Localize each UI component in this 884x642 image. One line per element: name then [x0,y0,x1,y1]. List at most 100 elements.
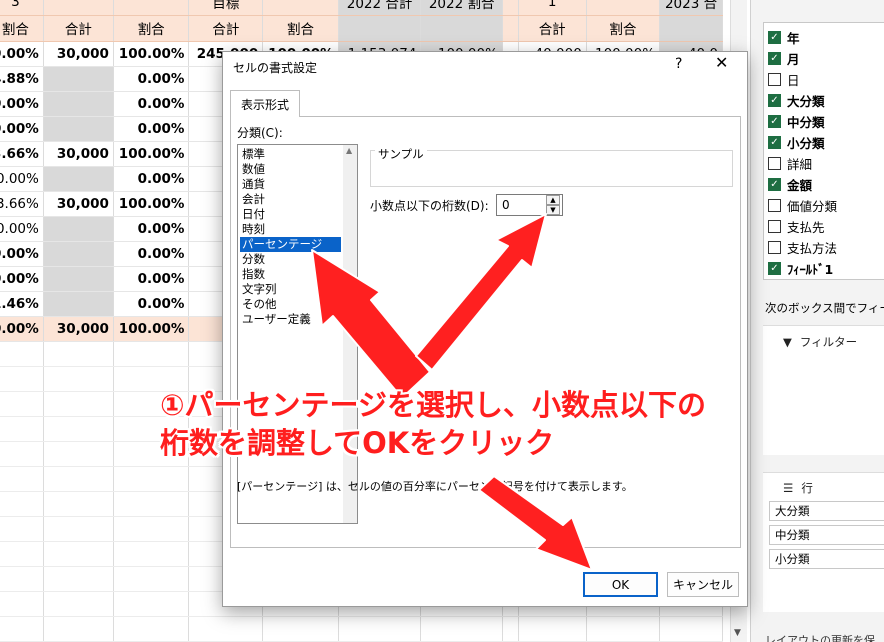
sheet-cell[interactable] [113,616,190,642]
sheet-cell[interactable] [113,0,190,16]
sheet-cell[interactable] [262,0,339,16]
category-item[interactable]: 指数 [240,267,341,282]
sheet-cell[interactable] [0,566,44,592]
sheet-cell[interactable] [43,591,114,617]
sheet-cell[interactable] [43,266,114,292]
sheet-cell[interactable]: 0.00% [113,166,190,192]
sheet-cell[interactable] [43,116,114,142]
sheet-cell[interactable]: 0.00% [0,91,44,117]
sheet-cell[interactable] [113,341,190,367]
sheet-cell[interactable] [43,241,114,267]
sheet-cell[interactable]: 合計 [43,15,114,42]
sheet-cell[interactable]: 0.00% [113,291,190,317]
sheet-cell[interactable]: 0.00% [0,41,44,67]
sheet-cell[interactable]: 3.66% [0,141,44,167]
sheet-cell[interactable]: 0.00% [113,216,190,242]
sheet-cell[interactable] [113,466,190,492]
scroll-up-icon[interactable]: ▲ [346,146,352,155]
sheet-cell[interactable] [43,516,114,542]
rows-area[interactable]: ☰ 行 大分類 中分類 小分類 [763,472,884,612]
sheet-cell[interactable] [0,541,44,567]
field-item[interactable]: ✓ ﾌｨｰﾙﾄﾞ1 [768,258,833,278]
category-item[interactable]: ユーザー定義 [240,312,341,327]
sheet-cell[interactable]: 0.00% [0,266,44,292]
checkbox-unchecked-icon[interactable] [768,156,781,170]
cancel-button[interactable]: キャンセル [667,572,739,597]
sheet-cell[interactable]: 0.00% [0,216,44,242]
field-item[interactable]: ✓ 小分類 [768,132,825,152]
sheet-cell[interactable]: 目標 [188,0,264,16]
sheet-cell[interactable] [420,616,503,642]
sheet-cell[interactable] [0,616,44,642]
field-item[interactable]: 支払先 [768,216,825,236]
checkbox-unchecked-icon[interactable] [768,72,781,86]
sheet-cell[interactable] [43,416,114,442]
sheet-cell[interactable] [43,216,114,242]
scroll-down-icon[interactable]: ▼ [734,628,741,638]
sheet-cell[interactable] [43,291,114,317]
sheet-cell[interactable] [502,15,519,42]
checkbox-unchecked-icon[interactable] [768,219,781,233]
sheet-cell[interactable]: 0.00% [113,116,190,142]
field-item[interactable]: ✓ 大分類 [768,90,825,110]
checkbox-checked-icon[interactable]: ✓ [768,51,781,65]
sheet-cell[interactable] [113,491,190,517]
sheet-cell[interactable] [113,566,190,592]
sheet-cell[interactable] [0,466,44,492]
sheet-cell[interactable] [502,616,519,642]
category-item[interactable]: 会計 [240,192,341,207]
checkbox-unchecked-icon[interactable] [768,240,781,254]
sheet-cell[interactable]: 割合 [586,15,661,42]
sheet-cell[interactable] [43,441,114,467]
sheet-cell[interactable] [43,166,114,192]
sheet-cell[interactable] [188,616,264,642]
field-item[interactable]: 価値分類 [768,195,837,215]
sheet-cell[interactable] [43,366,114,392]
sheet-cell[interactable]: 100.00% [113,141,190,167]
sheet-cell[interactable]: 2023 合 [659,0,723,16]
sheet-cell[interactable] [43,541,114,567]
close-icon[interactable]: ✕ [715,53,728,72]
sheet-cell[interactable] [43,566,114,592]
sheet-cell[interactable]: 合計 [518,15,587,42]
checkbox-checked-icon[interactable]: ✓ [768,135,781,149]
sheet-cell[interactable] [659,616,723,642]
sheet-cell[interactable] [43,466,114,492]
sheet-cell[interactable]: 0.00% [0,241,44,267]
sheet-cell[interactable] [262,616,339,642]
sheet-cell[interactable] [586,616,661,642]
sheet-cell[interactable]: 30,000 [43,315,114,342]
sheet-cell[interactable] [43,341,114,367]
sheet-cell[interactable]: 割合 [262,15,339,42]
field-item[interactable]: 支払方法 [768,237,837,257]
row-field-chip[interactable]: 小分類 [769,549,884,569]
sheet-cell[interactable]: 100.00% [113,191,190,217]
ok-button[interactable]: OK [583,572,658,597]
category-scrollbar[interactable]: ▲ [343,145,357,523]
sheet-cell[interactable] [113,516,190,542]
sheet-cell[interactable]: 4.88% [0,66,44,92]
spin-down-icon[interactable]: ▼ [546,205,560,215]
category-item[interactable]: 日付 [240,207,341,222]
sheet-cell[interactable]: 割合 [0,15,44,42]
sheet-cell[interactable] [659,15,723,42]
sheet-cell[interactable]: 0.00% [113,266,190,292]
sheet-cell[interactable]: 3.66% [0,191,44,217]
sheet-cell[interactable] [0,341,44,367]
sheet-cell[interactable] [338,616,422,642]
sheet-cell[interactable]: 2022 割合 [420,0,503,16]
sheet-cell[interactable] [0,591,44,617]
field-item[interactable]: ✓ 月 [768,48,800,68]
sheet-cell[interactable]: 2022 合計 [338,0,422,16]
sheet-cell[interactable] [43,0,114,16]
category-listbox[interactable]: 標準 数値 通貨 会計 日付 時刻 パーセンテージ 分数 指数 文字列 その他 ユーザー定義 ▲ [237,144,358,524]
sheet-cell[interactable] [338,15,422,42]
category-item[interactable]: パーセンテージ [240,237,341,252]
sheet-cell[interactable] [0,516,44,542]
sheet-cell[interactable] [420,15,503,42]
sheet-cell[interactable]: 0.00% [113,66,190,92]
sheet-cell[interactable] [0,416,44,442]
field-item[interactable]: 日 [768,69,800,89]
checkbox-checked-icon[interactable]: ✓ [768,261,781,275]
sheet-cell[interactable] [518,616,587,642]
